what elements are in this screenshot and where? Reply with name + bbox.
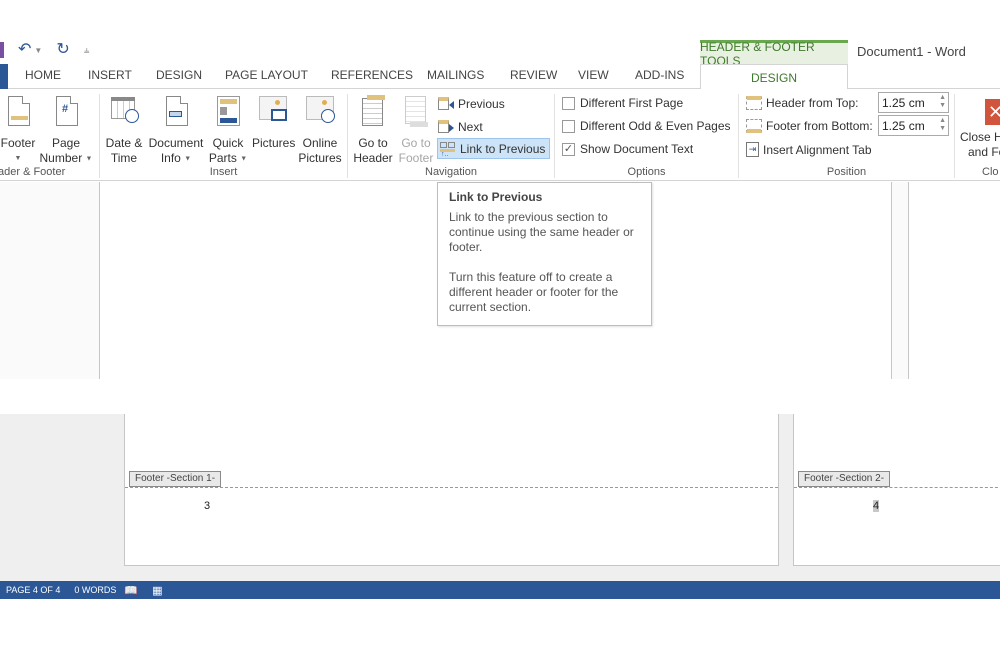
document-info-icon — [160, 95, 192, 129]
tab-home[interactable]: HOME — [25, 68, 61, 82]
pictures-button[interactable]: Pictures — [252, 95, 295, 151]
previous-section-icon — [438, 96, 454, 111]
tab-design[interactable]: DESIGN — [156, 68, 202, 82]
page-count-status[interactable]: PAGE 4 OF 4 — [6, 585, 60, 595]
tab-header-footer-design[interactable]: DESIGN — [700, 64, 848, 90]
page-number-dropdown-icon: ▼ — [85, 155, 93, 163]
ribbon: Footer ▼ # Page Number ▼ ader & Footer D… — [0, 89, 1000, 181]
customize-qat-icon[interactable]: ⫨ — [84, 45, 90, 56]
go-to-header-icon — [357, 95, 389, 129]
footer-from-bottom-row: Footer from Bottom: — [746, 119, 873, 133]
tab-mailings[interactable]: MAILINGS — [427, 68, 484, 82]
footer-section-tag: Footer -Section 1- — [129, 471, 222, 487]
alignment-tab-icon: ⇥ — [746, 142, 759, 157]
undo-dropdown-icon[interactable]: ▼ — [34, 46, 42, 55]
word-count-status[interactable]: 0 WORDS — [74, 585, 116, 595]
different-first-page-checkbox[interactable]: Different First Page — [562, 96, 683, 110]
header-from-top-row: Header from Top: — [746, 96, 859, 110]
quick-parts-button[interactable]: Quick Parts ▼ — [208, 95, 248, 166]
ribbon-tabs: HOME INSERT DESIGN PAGE LAYOUT REFERENCE… — [0, 64, 1000, 90]
date-time-button[interactable]: Date & Time — [104, 95, 144, 166]
insert-alignment-tab-button[interactable]: ⇥ Insert Alignment Tab — [746, 139, 872, 160]
tooltip-title: Link to Previous — [449, 190, 543, 204]
page-section-2: Footer -Section 2- 4 — [793, 414, 1000, 566]
tab-insert[interactable]: INSERT — [88, 68, 132, 82]
group-label-header-footer: ader & Footer — [0, 166, 66, 178]
word-app-edge — [0, 42, 4, 58]
close-header-footer-icon[interactable]: ✕ — [985, 99, 1000, 125]
quick-access-toolbar: ↶ ▼ ↻ ⫨ — [0, 40, 89, 60]
file-tab[interactable] — [0, 64, 8, 89]
document-info-dropdown-icon: ▼ — [184, 155, 192, 163]
footer-button[interactable]: Footer ▼ — [0, 95, 38, 166]
link-to-previous-button[interactable]: ↑.. Link to Previous — [437, 138, 550, 159]
quick-parts-icon — [212, 95, 244, 129]
page-section-1: Footer -Section 1- 3 — [124, 414, 779, 566]
footer-boundary-line — [125, 487, 778, 488]
page-number-selected[interactable]: 4 — [873, 500, 880, 512]
status-bar: PAGE 4 OF 4 0 WORDS 📖 ▦ — [0, 581, 1000, 599]
different-odd-even-checkbox[interactable]: Different Odd & Even Pages — [562, 119, 731, 133]
tab-references[interactable]: REFERENCES — [331, 68, 413, 82]
group-label-options: Options — [627, 166, 666, 178]
tab-page-layout[interactable]: PAGE LAYOUT — [225, 68, 308, 82]
proofing-icon[interactable]: 📖 — [124, 584, 138, 597]
spinner-arrows-icon[interactable]: ▲ ▼ — [939, 94, 946, 110]
header-position-icon — [746, 96, 762, 110]
header-from-top-input[interactable]: 1.25 cm ▲ ▼ — [878, 92, 949, 113]
page-number-icon: # — [50, 95, 82, 129]
go-to-header-button[interactable]: Go to Header — [353, 95, 393, 166]
footer-from-bottom-input[interactable]: 1.25 cm ▲ ▼ — [878, 115, 949, 136]
checkmark-icon: ✓ — [562, 142, 575, 156]
footer-boundary-line — [794, 487, 1000, 488]
group-label-position: Position — [826, 166, 867, 178]
undo-icon[interactable]: ↶ — [18, 40, 31, 60]
footer-position-icon — [746, 119, 762, 133]
page-number-button[interactable]: # Page Number ▼ — [38, 95, 94, 166]
tooltip-paragraph: Link to the previous section to continue… — [449, 210, 634, 254]
link-to-previous-tooltip: Link to Previous Link to the previous se… — [437, 182, 652, 326]
left-margin-pane — [0, 182, 100, 379]
online-pictures-icon — [304, 95, 336, 129]
tab-view[interactable]: VIEW — [578, 68, 609, 82]
go-to-footer-button[interactable]: Go to Footer — [396, 95, 436, 166]
go-to-footer-icon — [400, 95, 432, 129]
link-to-previous-icon: ↑.. — [440, 141, 456, 158]
next-section-icon — [438, 119, 454, 134]
footer-dropdown-icon: ▼ — [14, 155, 22, 162]
online-pictures-button[interactable]: Online Pictures — [298, 95, 342, 166]
checkbox-unchecked — [562, 119, 575, 133]
document-info-button[interactable]: Document Info ▼ — [146, 95, 206, 166]
word-ribbon-screenshot: ↶ ▼ ↻ ⫨ HEADER & FOOTER TOOLS Document1 … — [0, 0, 1000, 380]
group-label-insert: Insert — [209, 166, 238, 178]
group-separator — [954, 94, 955, 178]
next-button[interactable]: Next — [438, 116, 483, 137]
tab-add-ins[interactable]: ADD-INS — [635, 68, 684, 82]
footer-icon — [2, 95, 34, 129]
page-number[interactable]: 3 — [204, 500, 210, 512]
window-title: Document1 - Word — [857, 44, 966, 59]
pictures-icon — [257, 95, 289, 129]
macro-record-icon[interactable]: ▦ — [152, 584, 162, 597]
show-document-text-checkbox[interactable]: ✓ Show Document Text — [562, 142, 693, 156]
close-header-footer-button[interactable]: Close H and Fo — [960, 130, 1000, 160]
quick-parts-dropdown-icon: ▼ — [240, 155, 248, 163]
footer-section-tag: Footer -Section 2- — [798, 471, 891, 487]
redo-icon[interactable]: ↻ — [56, 40, 69, 60]
spinner-arrows-icon[interactable]: ▲ ▼ — [939, 117, 946, 133]
right-margin-strip — [891, 182, 909, 379]
previous-button[interactable]: Previous — [438, 93, 505, 114]
group-label-close: Clo — [982, 166, 999, 178]
calendar-clock-icon — [108, 95, 140, 129]
tooltip-paragraph: Turn this feature off to create a differ… — [449, 270, 619, 314]
contextual-tab-group-label: HEADER & FOOTER TOOLS — [700, 40, 848, 68]
group-label-navigation: Navigation — [425, 166, 477, 178]
tab-review[interactable]: REVIEW — [510, 68, 557, 82]
checkbox-unchecked — [562, 96, 575, 110]
document-footers-screenshot: Footer -Section 1- 3 Footer -Section 2- … — [0, 414, 1000, 599]
